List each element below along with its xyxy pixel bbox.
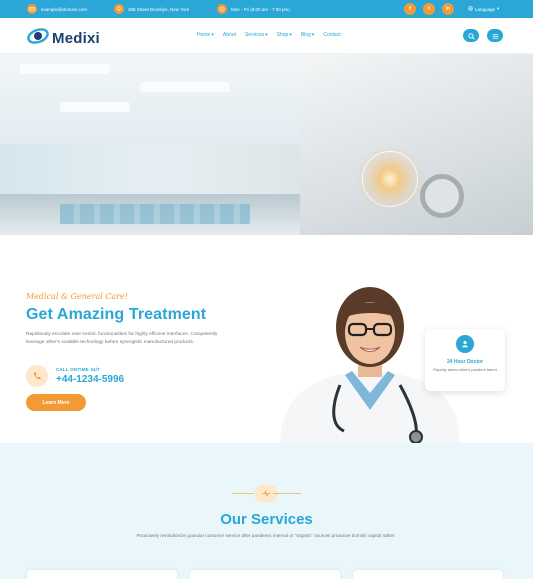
globe-icon bbox=[468, 6, 473, 12]
language-selector[interactable]: Language ▾ bbox=[468, 4, 499, 14]
email-contact[interactable]: example@domain.com bbox=[27, 4, 87, 14]
stethoscope-image bbox=[420, 174, 464, 218]
hero-doctor-coat bbox=[300, 54, 533, 235]
hours-info: Mon - Fri (8:00 am - 7:00 pm) bbox=[217, 4, 290, 14]
section-description: Rapidiously enculate user-centric functi… bbox=[26, 332, 218, 345]
chevron-down-icon: ▾ bbox=[265, 32, 268, 38]
logo[interactable]: Medixi bbox=[26, 27, 100, 50]
nav-label: Services bbox=[244, 32, 265, 38]
nav-label: Blog bbox=[300, 32, 311, 38]
menu-button[interactable] bbox=[487, 29, 503, 42]
nav-shop[interactable]: Shop ▾ bbox=[277, 32, 292, 38]
hours-text: Mon - Fri (8:00 am - 7:00 pm) bbox=[231, 6, 290, 12]
hero-waiting-chairs bbox=[60, 204, 250, 224]
call-label: CALL ONTIME 24/7 bbox=[56, 367, 100, 372]
card-text: Rapidly taxes other's pandem talent bbox=[433, 367, 497, 372]
address-text: 368 Street Brooklyn, New York bbox=[128, 6, 190, 12]
ceiling-light bbox=[60, 102, 130, 112]
phone-number[interactable]: +44-1234-5996 bbox=[56, 374, 124, 385]
menu-icon bbox=[492, 27, 499, 45]
chevron-down-icon: ▾ bbox=[497, 6, 500, 11]
user-doctor-icon bbox=[456, 335, 474, 353]
learn-more-button[interactable]: Learn More bbox=[26, 394, 86, 411]
nav-label: About bbox=[222, 32, 236, 38]
address-contact: 368 Street Brooklyn, New York bbox=[114, 4, 189, 14]
location-icon bbox=[114, 4, 124, 14]
language-label: Language bbox=[475, 6, 496, 12]
chevron-down-icon: ▾ bbox=[211, 32, 214, 38]
hero-banner-image bbox=[0, 54, 533, 235]
about-section: Medical & General Care! Get Amazing Trea… bbox=[0, 235, 533, 443]
nav-home[interactable]: Home ▾ bbox=[197, 32, 214, 38]
nav-blog[interactable]: Blog ▾ bbox=[301, 32, 315, 38]
nav-about[interactable]: About bbox=[223, 32, 236, 38]
search-button[interactable] bbox=[463, 29, 479, 42]
chevron-down-icon: ▾ bbox=[311, 32, 315, 38]
top-bar: example@domain.com 368 Street Brooklyn, … bbox=[0, 0, 533, 18]
services-section: Our Services Proactively revolutionize g… bbox=[0, 443, 533, 579]
service-card[interactable] bbox=[27, 570, 177, 579]
divider-right bbox=[273, 493, 301, 494]
nav-label: Contact bbox=[323, 32, 341, 38]
twitter-icon[interactable]: t bbox=[423, 3, 435, 15]
services-title: Our Services bbox=[220, 511, 313, 528]
service-card[interactable] bbox=[353, 570, 503, 579]
nav-label: Home bbox=[197, 32, 211, 38]
main-nav: Home ▾ About Services ▾ Shop ▾ Blog ▾ Contac… bbox=[197, 32, 341, 38]
nav-label: Shop bbox=[276, 32, 289, 38]
clock-icon bbox=[217, 4, 227, 14]
service-card[interactable] bbox=[190, 570, 340, 579]
logo-text: Medixi bbox=[52, 30, 100, 47]
page: example@domain.com 368 Street Brooklyn, … bbox=[0, 0, 533, 579]
nav-contact[interactable]: Contact bbox=[323, 32, 340, 38]
ceiling-light bbox=[20, 64, 110, 74]
facebook-icon[interactable]: f bbox=[404, 3, 416, 15]
section-tagline: Medical & General Care! bbox=[26, 292, 128, 301]
section-heading: Get Amazing Treatment bbox=[26, 306, 207, 323]
linkedin-icon[interactable]: in bbox=[442, 3, 454, 15]
mail-icon bbox=[27, 4, 37, 14]
24-hour-doctor-card: 24 Hour Doctor Rapidly taxes other's pan… bbox=[425, 329, 505, 391]
search-icon bbox=[467, 27, 475, 45]
email-text: example@domain.com bbox=[41, 6, 88, 12]
card-title: 24 Hour Doctor bbox=[446, 359, 484, 365]
main-header: Medixi Home ▾ About Services ▾ Shop ▾ Blog ▾… bbox=[0, 18, 533, 54]
services-description: Proactively revolutionize granular custo… bbox=[136, 533, 396, 538]
logo-icon bbox=[26, 27, 50, 50]
hero-hologram-ring bbox=[362, 151, 418, 207]
ceiling-light bbox=[140, 82, 230, 92]
chevron-down-icon: ▾ bbox=[289, 32, 292, 38]
phone-icon[interactable] bbox=[26, 365, 48, 387]
nav-services[interactable]: Services ▾ bbox=[245, 32, 268, 38]
